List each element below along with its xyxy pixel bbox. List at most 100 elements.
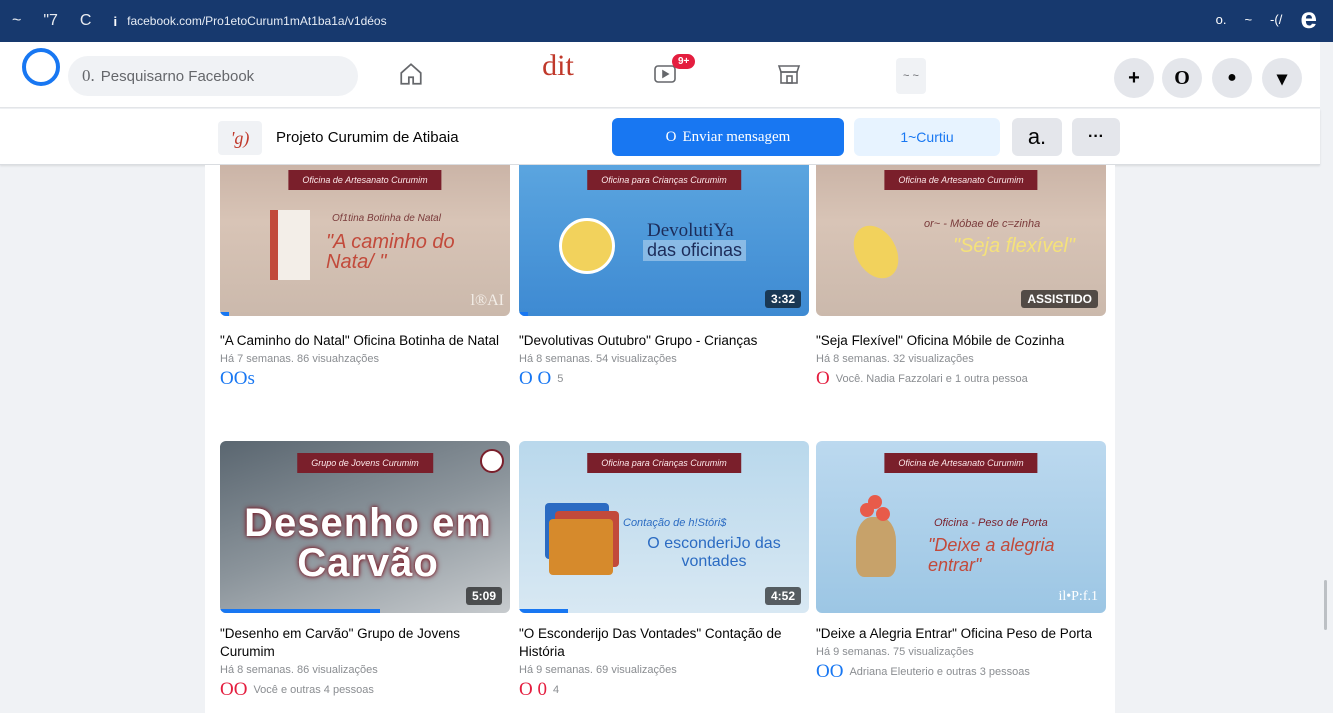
video-card[interactable]: Oficina de Artesanato Curumim or~ - Móba… (816, 165, 1106, 390)
thumbnail-ribbon: Oficina de Artesanato Curumim (288, 170, 442, 190)
reaction-icons: O 0 (519, 679, 547, 700)
facebook-logo-icon[interactable] (22, 48, 60, 86)
browser-ext-a[interactable]: o. (1216, 12, 1227, 27)
thumbnail-watermark: l®AI (470, 292, 504, 309)
create-button[interactable]: + (1114, 58, 1154, 98)
more-options-button[interactable]: ··· (1072, 118, 1120, 156)
thumbnail-ribbon: Oficina para Crianças Curumim (587, 170, 741, 190)
messenger-icon: O (665, 128, 677, 145)
books-illustration (549, 519, 613, 575)
video-card[interactable]: Oficina de Artesanato Curumim Oficina - … (816, 441, 1106, 683)
site-info-icon[interactable]: i (113, 14, 117, 29)
address-bar[interactable]: facebook.com/Pro1etoCurum1mAt1ba1a/v1déo… (127, 14, 386, 28)
video-duration: 3:32 (764, 290, 801, 308)
giraffe-illustration (559, 218, 615, 274)
video-reactions[interactable]: OOs (220, 368, 510, 390)
home-icon[interactable] (396, 54, 426, 94)
video-meta: Há 7 semanas. 86 visuahzações (220, 353, 379, 365)
video-meta: Há 8 semanas. 54 visualizações (519, 353, 677, 365)
browser-ext-c[interactable]: -(/ (1270, 12, 1282, 27)
account-menu-button[interactable]: ▾ (1262, 58, 1302, 98)
search-icon: 0. (82, 66, 95, 85)
reaction-icons: OO (816, 661, 844, 682)
video-thumbnail[interactable]: Oficina de Artesanato Curumim Oficina - … (816, 441, 1106, 613)
browser-ext-b[interactable]: ~ (1244, 12, 1252, 27)
thumbnail-ribbon: Grupo de Jovens Curumim (297, 453, 433, 473)
profile-icon[interactable]: e (1300, 4, 1317, 34)
reload-button[interactable]: C (80, 12, 92, 30)
video-card[interactable]: Oficina para Crianças Curumim DevolutiYa… (519, 165, 809, 390)
video-meta: Há 9 semanas. 69 visualizações (519, 664, 677, 676)
thumbnail-headline: "A caminho do Nata/ " (326, 231, 455, 273)
doorstop-illustration (856, 517, 896, 577)
notifications-button[interactable]: ● (1212, 58, 1252, 98)
thumbnail-watermark: il•P:f.1 (1058, 589, 1098, 604)
video-reactions[interactable]: O Você. Nadia Fazzolari e 1 outra pessoa (816, 368, 1106, 390)
marketplace-icon[interactable] (774, 54, 804, 94)
thumbnail-subtitle: Contação de h!Stóri$ (623, 517, 727, 529)
notification-badge: 9+ (672, 54, 696, 69)
page-avatar[interactable]: 'g) (218, 121, 262, 155)
video-card[interactable]: Grupo de Jovens Curumim Desenho em Carvã… (220, 441, 510, 701)
video-duration: 4:52 (764, 587, 801, 605)
video-card[interactable]: Oficina de Artesanato Curumim Of1tina Bo… (220, 165, 510, 390)
thumbnail-ribbon: Oficina para Crianças Curumim (587, 453, 741, 473)
video-thumbnail[interactable]: Oficina de Artesanato Curumim or~ - Móba… (816, 165, 1106, 316)
flowers-illustration (860, 503, 874, 517)
reaction-text: Você e outras 4 pessoas (253, 684, 374, 696)
video-reactions[interactable]: OO Você e outras 4 pessoas (220, 679, 510, 701)
browser-toolbar: ~ "7 C i facebook.com/Pro1etoCurum1mAt1b… (0, 0, 1333, 42)
messenger-button[interactable]: O (1162, 58, 1202, 98)
video-thumbnail[interactable]: Oficina para Crianças Curumim Contação d… (519, 441, 809, 613)
reaction-icons: O (816, 368, 830, 389)
channel-avatar (480, 449, 504, 473)
reaction-text: 4 (552, 684, 560, 696)
video-title[interactable]: "Devolutivas Outubro" Grupo - Crianças (519, 332, 809, 350)
page-title[interactable]: Projeto Curumim de Atibaia (276, 129, 459, 146)
forward-button[interactable]: "7 (43, 12, 58, 30)
thumbnail-headline: O esconderiJo das vontades (647, 535, 781, 570)
video-card[interactable]: Oficina para Crianças Curumim Contação d… (519, 441, 809, 701)
watch-progress-bar (519, 609, 569, 613)
video-reactions[interactable]: O 0 4 (519, 679, 809, 701)
video-meta: Há 9 semanas. 75 visualizações (816, 646, 974, 658)
banana-illustration (844, 217, 908, 287)
search-input[interactable]: 0. Pesquisarno Facebook (68, 56, 358, 96)
groups-icon[interactable]: ~ ~ (896, 58, 926, 94)
page-scrollbar[interactable] (1324, 580, 1327, 630)
video-title[interactable]: "O Esconderijo Das Vontades" Contação de… (519, 625, 809, 661)
watch-progress-bar (519, 312, 528, 316)
video-reactions[interactable]: OO Adriana Eleuterio e outras 3 pessoas (816, 661, 1106, 683)
video-thumbnail[interactable]: Oficina de Artesanato Curumim Of1tina Bo… (220, 165, 510, 316)
video-title[interactable]: "Seja Flexível" Oficina Móbile de Cozinh… (816, 332, 1106, 350)
boot-illustration (270, 210, 310, 280)
page-header: 'g) Projeto Curumim de Atibaia O Enviar … (0, 109, 1320, 165)
send-message-button[interactable]: O Enviar mensagem (612, 118, 844, 156)
video-thumbnail[interactable]: Grupo de Jovens Curumim Desenho em Carvã… (220, 441, 510, 613)
reaction-text: Adriana Eleuterio e outras 3 pessoas (849, 666, 1030, 678)
watch-progress-bar (220, 312, 229, 316)
video-title[interactable]: "A Caminho do Natal" Oficina Botinha de … (220, 332, 510, 350)
video-meta: Há 8 semanas. 86 visualizações (220, 664, 378, 676)
reaction-icons: OO (220, 679, 248, 700)
thumbnail-subtitle: DevolutiYa (647, 220, 734, 241)
dit-tab[interactable]: dit (528, 46, 588, 86)
watch-progress-bar (220, 609, 380, 613)
video-title[interactable]: "Desenho em Carvão" Grupo de Jovens Curu… (220, 625, 510, 661)
search-page-button[interactable]: a. (1012, 118, 1062, 156)
back-button[interactable]: ~ (12, 12, 21, 30)
thumbnail-headline: "Seja flexível" (952, 235, 1076, 257)
thumbnail-subtitle: Of1tina Botinha de Natal (332, 213, 441, 224)
video-title[interactable]: "Deixe a Alegria Entrar" Oficina Peso de… (816, 625, 1106, 643)
video-thumbnail[interactable]: Oficina para Crianças Curumim DevolutiYa… (519, 165, 809, 316)
thumbnail-subtitle: Oficina - Peso de Porta (934, 517, 1048, 529)
video-meta: Há 8 semanas. 32 visualizações (816, 353, 974, 365)
thumbnail-headline: Desenho em Carvão (244, 501, 492, 585)
thumbnail-ribbon: Oficina de Artesanato Curumim (884, 170, 1038, 190)
thumbnail-headline: das oficinas (643, 240, 747, 261)
facebook-header: 0. Pesquisarno Facebook dit 9+ ~ ~ + O ●… (0, 42, 1320, 108)
video-reactions[interactable]: O O 5 (519, 368, 809, 390)
reaction-icons: O O (519, 368, 552, 389)
liked-button[interactable]: 1~Curtiu (854, 118, 1000, 156)
thumbnail-ribbon: Oficina de Artesanato Curumim (884, 453, 1038, 473)
